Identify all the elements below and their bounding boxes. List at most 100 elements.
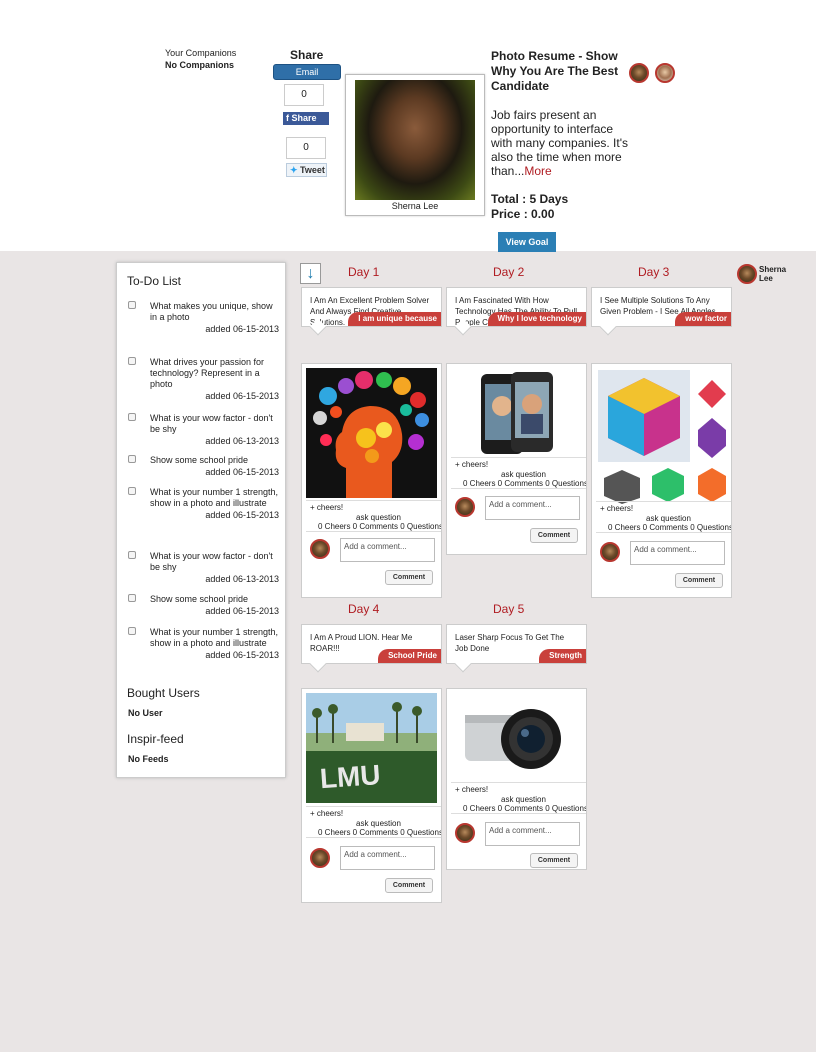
challenge-tag: I am unique because: [348, 312, 441, 326]
profile-name: Sherna Lee: [391, 201, 439, 211]
comment-button[interactable]: Comment: [530, 528, 578, 543]
facebook-share-button[interactable]: f Share: [283, 112, 329, 125]
ask-question-link[interactable]: ask question: [356, 513, 401, 522]
commenter-avatar: [455, 497, 475, 517]
profile-photo: [355, 80, 475, 200]
comment-input[interactable]: Add a comment...: [485, 822, 580, 846]
todo-item: Show some school pride added 06-15-2013: [127, 455, 279, 478]
ask-question-link[interactable]: ask question: [501, 470, 546, 479]
todo-date: added 06-13-2013: [205, 436, 279, 446]
challenge-card[interactable]: I Am A Proud LION. Hear Me ROAR!!! Schoo…: [301, 624, 442, 673]
profile-card[interactable]: Sherna Lee: [345, 74, 485, 216]
companion-avatar[interactable]: [655, 63, 675, 83]
todo-item: Show some school pride added 06-15-2013: [127, 594, 279, 617]
view-goal-button[interactable]: View Goal: [498, 232, 556, 252]
todo-date: added 06-15-2013: [205, 467, 279, 477]
challenge-card[interactable]: I Am An Excellent Problem Solver And Alw…: [301, 287, 442, 336]
post-stats: + cheers! ask question 0 Cheers 0 Commen…: [596, 501, 732, 533]
todo-item: What is your wow factor - don't be shy a…: [127, 413, 279, 447]
inspir-feed-empty: No Feeds: [128, 754, 169, 764]
cheers-link[interactable]: + cheers!: [600, 504, 633, 513]
companions-empty: No Companions: [165, 60, 234, 70]
comment-input[interactable]: Add a comment...: [340, 538, 435, 562]
cheers-link[interactable]: + cheers!: [455, 460, 488, 469]
cheers-link[interactable]: + cheers!: [455, 785, 488, 794]
todo-checkbox[interactable]: [128, 487, 136, 495]
post-card: + cheers! ask question 0 Cheers 0 Commen…: [446, 688, 587, 870]
challenge-tag: School Pride: [378, 649, 441, 663]
todo-checkbox[interactable]: [128, 301, 136, 309]
todo-text: What is your number 1 strength, show in …: [150, 627, 279, 648]
challenge-tag: Strength: [539, 649, 586, 663]
post-card: + cheers! ask question 0 Cheers 0 Commen…: [301, 363, 442, 598]
tweet-button[interactable]: ✦ Tweet: [286, 163, 327, 177]
comment-input[interactable]: Add a comment...: [485, 496, 580, 520]
callout-notch: [599, 318, 617, 336]
comment-button[interactable]: Comment: [385, 570, 433, 585]
share-title: Share: [290, 48, 324, 62]
todo-checkbox[interactable]: [128, 594, 136, 602]
facebook-share-label: Share: [291, 113, 317, 123]
post-counts: 0 Cheers 0 Comments 0 Questions: [463, 804, 587, 813]
lmu-sign-text: LMU: [319, 759, 382, 794]
comment-button[interactable]: Comment: [385, 878, 433, 893]
color-cubes-icon: [596, 368, 727, 504]
todo-list-title: To-Do List: [127, 274, 182, 288]
facebook-share-count: 0: [284, 84, 324, 106]
more-link[interactable]: More: [524, 164, 551, 178]
companions-title: Your Companions: [165, 48, 237, 58]
todo-date: added 06-15-2013: [205, 391, 279, 401]
cheers-link[interactable]: + cheers!: [310, 809, 343, 818]
lmu-sign-photo: LMU: [306, 693, 437, 803]
phone-video-call-icon: [451, 368, 582, 456]
goal-description-text: Job fairs present an opportunity to inte…: [491, 108, 629, 178]
day-title: Day 1: [348, 265, 380, 279]
companion-avatar[interactable]: [629, 63, 649, 83]
scroll-down-arrow-icon[interactable]: ↓: [300, 263, 321, 284]
todo-date: added 06-13-2013: [205, 574, 279, 584]
ask-question-link[interactable]: ask question: [356, 819, 401, 828]
todo-date: added 06-15-2013: [205, 606, 279, 616]
comment-button[interactable]: Comment: [675, 573, 723, 588]
commenter-avatar: [455, 823, 475, 843]
post-stats: + cheers! ask question 0 Cheers 0 Commen…: [306, 806, 442, 838]
cheers-link[interactable]: + cheers!: [310, 503, 343, 512]
challenge-card[interactable]: Laser Sharp Focus To Get The Job Done St…: [446, 624, 587, 673]
comment-input[interactable]: Add a comment...: [340, 846, 435, 870]
post-stats: + cheers! ask question 0 Cheers 0 Commen…: [306, 500, 441, 532]
goal-description: Job fairs present an opportunity to inte…: [491, 108, 633, 178]
post-counts: 0 Cheers 0 Comments 0 Questions: [608, 523, 732, 532]
post-card: + cheers! ask question 0 Cheers 0 Commen…: [446, 363, 587, 555]
todo-text: What drives your passion for technology?…: [150, 357, 265, 389]
callout-notch: [454, 655, 472, 673]
todo-text: Show some school pride: [150, 594, 249, 604]
todo-text: What is your number 1 strength, show in …: [150, 487, 279, 508]
goal-title: Photo Resume - Show Why You Are The Best…: [491, 49, 619, 93]
ask-question-link[interactable]: ask question: [501, 795, 546, 804]
challenge-card[interactable]: I See Multiple Solutions To Any Given Pr…: [591, 287, 732, 336]
todo-checkbox[interactable]: [128, 627, 136, 635]
camera-icon: [451, 693, 582, 781]
post-card: + cheers! ask question 0 Cheers 0 Commen…: [591, 363, 732, 598]
post-stats: + cheers! ask question 0 Cheers 0 Commen…: [451, 782, 587, 814]
ask-question-link[interactable]: ask question: [646, 514, 691, 523]
post-stats: + cheers! ask question 0 Cheers 0 Commen…: [451, 457, 587, 489]
post-counts: 0 Cheers 0 Comments 0 Questions: [318, 828, 442, 837]
email-share-button[interactable]: Email: [273, 64, 341, 80]
todo-checkbox[interactable]: [128, 455, 136, 463]
comment-button[interactable]: Comment: [530, 853, 578, 868]
owner-name: Sherna Lee: [759, 265, 787, 283]
todo-item: What is your number 1 strength, show in …: [127, 487, 279, 521]
goal-total: Total : 5 Days: [491, 192, 569, 206]
todo-checkbox[interactable]: [128, 413, 136, 421]
bought-users-title: Bought Users: [127, 686, 200, 700]
todo-text: What is your wow factor - don't be shy: [150, 551, 273, 572]
todo-checkbox[interactable]: [128, 357, 136, 365]
challenge-card[interactable]: I Am Fascinated With How Technology Has …: [446, 287, 587, 336]
todo-item: What is your wow factor - don't be shy a…: [127, 551, 279, 585]
challenge-tag: wow factor: [675, 312, 731, 326]
day-title: Day 5: [493, 602, 525, 616]
post-counts: 0 Cheers 0 Comments 0 Questions: [463, 479, 587, 488]
todo-checkbox[interactable]: [128, 551, 136, 559]
comment-input[interactable]: Add a comment...: [630, 541, 725, 565]
